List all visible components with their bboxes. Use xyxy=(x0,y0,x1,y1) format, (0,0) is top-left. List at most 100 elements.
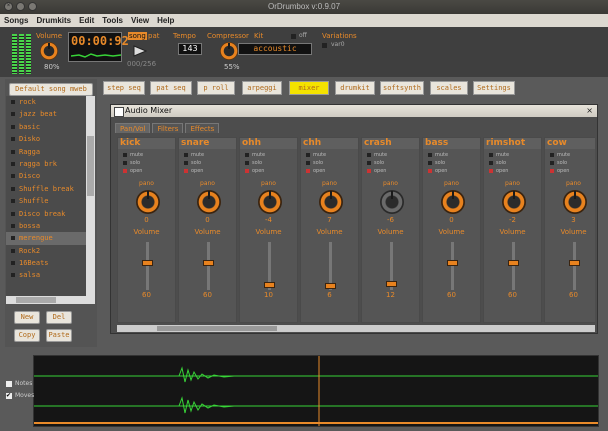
mixer-scrollbar[interactable] xyxy=(117,325,595,332)
mute-checkbox[interactable]: mute xyxy=(489,152,509,158)
volume-slider-track[interactable] xyxy=(451,242,454,290)
menu-tools[interactable]: Tools xyxy=(102,14,123,27)
tab-pat-seq[interactable]: pat seq xyxy=(150,81,192,95)
tab-settings[interactable]: Settings xyxy=(473,81,515,95)
volume-slider-track[interactable] xyxy=(207,242,210,290)
notes-option[interactable]: Notes xyxy=(6,380,34,387)
list-item-selected[interactable]: merengue xyxy=(6,232,86,245)
tab-arpeggi[interactable]: arpeggi xyxy=(242,81,282,95)
mute-checkbox[interactable]: mute xyxy=(306,152,326,158)
paste-song-button[interactable]: Paste xyxy=(46,329,72,342)
mute-checkbox[interactable]: mute xyxy=(123,152,143,158)
list-item[interactable]: ragga brk xyxy=(6,158,86,170)
solo-checkbox[interactable]: solo xyxy=(367,160,384,166)
list-item[interactable]: salsa xyxy=(6,269,86,281)
close-icon[interactable]: × xyxy=(586,106,593,115)
volume-slider-track[interactable] xyxy=(512,242,515,290)
mute-checkbox[interactable]: mute xyxy=(550,152,570,158)
list-item[interactable]: Rock2 xyxy=(6,245,86,257)
menu-drumkits[interactable]: Drumkits xyxy=(36,14,71,27)
copy-song-button[interactable]: Copy xyxy=(14,329,40,342)
list-item[interactable]: Disco xyxy=(6,170,86,182)
list-item[interactable]: Disco break xyxy=(6,208,86,220)
solo-checkbox[interactable]: solo xyxy=(428,160,445,166)
compressor-knob[interactable] xyxy=(220,42,238,60)
solo-checkbox[interactable]: solo xyxy=(550,160,567,166)
open-checkbox[interactable]: open xyxy=(184,168,203,174)
solo-checkbox[interactable]: solo xyxy=(245,160,262,166)
volume-slider-track[interactable] xyxy=(146,242,149,290)
menu-view[interactable]: View xyxy=(131,14,149,27)
volume-slider-thumb[interactable] xyxy=(325,283,336,290)
play-icon[interactable] xyxy=(133,45,147,57)
volume-slider-thumb[interactable] xyxy=(386,280,397,287)
tab-step-seq[interactable]: step seq xyxy=(103,81,145,95)
list-item[interactable]: 16Beats xyxy=(6,257,86,269)
open-checkbox[interactable]: open xyxy=(550,168,569,174)
notes-checkbox[interactable] xyxy=(6,380,12,387)
volume-slider-thumb[interactable] xyxy=(142,259,153,266)
list-item[interactable]: jazz beat xyxy=(6,108,86,120)
menu-edit[interactable]: Edit xyxy=(79,14,94,27)
list-item[interactable]: basic xyxy=(6,121,86,133)
pan-knob[interactable] xyxy=(258,190,282,214)
song-list-hscrollbar[interactable] xyxy=(6,296,95,304)
mute-checkbox[interactable]: mute xyxy=(245,152,265,158)
pan-knob[interactable] xyxy=(136,190,160,214)
solo-checkbox[interactable]: solo xyxy=(306,160,323,166)
volume-slider-thumb[interactable] xyxy=(203,259,214,266)
moves-option[interactable]: ✔ Moves xyxy=(6,392,34,399)
minimize-window-button[interactable] xyxy=(16,2,25,11)
close-window-button[interactable]: × xyxy=(4,2,13,11)
tab-softsynth[interactable]: softsynth xyxy=(380,81,424,95)
list-item[interactable]: Disko xyxy=(6,133,86,145)
tab-drumkit[interactable]: drumkit xyxy=(335,81,375,95)
pan-knob[interactable] xyxy=(380,190,404,214)
pan-knob[interactable] xyxy=(441,190,465,214)
kit-select[interactable]: accoustic xyxy=(238,43,312,55)
solo-checkbox[interactable]: solo xyxy=(184,160,201,166)
song-mode-toggle[interactable]: song xyxy=(128,32,147,40)
delete-song-button[interactable]: Del xyxy=(46,311,72,324)
off-checkbox[interactable] xyxy=(291,34,296,39)
open-checkbox[interactable]: open xyxy=(428,168,447,174)
tempo-field[interactable]: 143 xyxy=(178,43,202,55)
list-item[interactable]: Ragga xyxy=(6,146,86,158)
list-item[interactable]: bossa xyxy=(6,220,86,232)
default-song-button[interactable]: Default song mweb xyxy=(9,83,93,96)
song-list-scrollbar[interactable] xyxy=(86,96,95,296)
pan-knob[interactable] xyxy=(563,190,587,214)
tab-p-roll[interactable]: p roll xyxy=(197,81,235,95)
list-item[interactable]: rock xyxy=(6,96,86,108)
volume-slider-track[interactable] xyxy=(573,242,576,290)
solo-checkbox[interactable]: solo xyxy=(123,160,140,166)
mute-checkbox[interactable]: mute xyxy=(184,152,204,158)
open-checkbox[interactable]: open xyxy=(367,168,386,174)
mute-checkbox[interactable]: mute xyxy=(428,152,448,158)
menu-songs[interactable]: Songs xyxy=(4,14,28,27)
moves-checkbox[interactable]: ✔ xyxy=(6,392,12,399)
list-item[interactable]: Shuffle xyxy=(6,195,86,207)
new-song-button[interactable]: New xyxy=(14,311,40,324)
maximize-window-button[interactable] xyxy=(28,2,37,11)
pan-knob[interactable] xyxy=(197,190,221,214)
volume-knob[interactable] xyxy=(40,42,58,60)
volume-slider-thumb[interactable] xyxy=(569,259,580,266)
tab-pan-vol[interactable]: Pan/Vol xyxy=(115,123,151,133)
tab-scales[interactable]: scales xyxy=(430,81,468,95)
list-item[interactable]: Shuffle break xyxy=(6,183,86,195)
tab-effects[interactable]: Effects xyxy=(185,123,220,133)
pattern-mode-toggle[interactable]: pat xyxy=(148,32,159,40)
open-checkbox[interactable]: open xyxy=(245,168,264,174)
menu-help[interactable]: Help xyxy=(157,14,174,27)
variation-checkbox[interactable] xyxy=(322,43,327,48)
solo-checkbox[interactable]: solo xyxy=(489,160,506,166)
volume-slider-thumb[interactable] xyxy=(508,259,519,266)
open-checkbox[interactable]: open xyxy=(123,168,142,174)
volume-slider-thumb[interactable] xyxy=(264,281,275,288)
pan-knob[interactable] xyxy=(319,190,343,214)
volume-slider-thumb[interactable] xyxy=(447,259,458,266)
pan-knob[interactable] xyxy=(502,190,526,214)
tab-filters[interactable]: Filters xyxy=(152,123,184,133)
open-checkbox[interactable]: open xyxy=(306,168,325,174)
